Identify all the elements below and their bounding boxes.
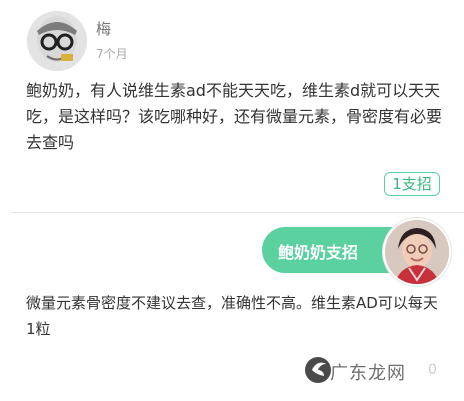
answer-avatar[interactable] [383, 218, 451, 286]
qa-page: 梅 7个月 鲍奶奶，有人说维生素ad不能天天吃，维生素d就可以天天吃，是这样吗？… [0, 0, 464, 401]
question-card: 梅 7个月 鲍奶奶，有人说维生素ad不能天天吃，维生素d就可以天天吃，是这样吗？… [0, 0, 464, 212]
watermark-text: 广东龙网 [330, 363, 406, 384]
section-divider [10, 212, 464, 213]
answer-text: 微量元素骨密度不建议去查，准确性不高。维生素AD可以每天1粒 [26, 294, 438, 338]
support-button[interactable]: 1支招 [384, 172, 440, 196]
count-fragment: 0 [428, 362, 437, 378]
answer-header-label: 鲍奶奶支招 [278, 243, 359, 262]
user-avatar-icon [27, 11, 87, 71]
question-text: 鲍奶奶，有人说维生素ad不能天天吃，维生素d就可以天天吃，是这样吗？该吃哪种好，… [26, 81, 443, 152]
grandma-avatar-icon [385, 220, 449, 284]
question-time: 7个月 [96, 47, 128, 61]
user-avatar[interactable] [27, 11, 87, 71]
question-user-name[interactable]: 梅 [96, 18, 111, 39]
